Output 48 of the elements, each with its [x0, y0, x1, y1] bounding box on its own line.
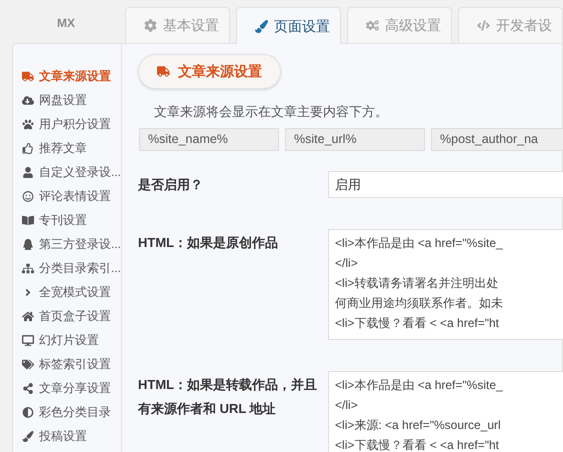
gears-icon	[366, 19, 379, 32]
sidebar-item[interactable]: 投稿设置	[22, 424, 87, 448]
cloud-download-icon	[22, 94, 34, 106]
smiley-icon	[22, 190, 34, 202]
settings-icon	[144, 19, 157, 32]
sidebar-item[interactable]: 全宽模式设置	[22, 280, 111, 304]
field-label: 是否启用？	[138, 176, 204, 194]
user-icon	[22, 166, 34, 178]
sidebar-item[interactable]: 幻灯片设置	[22, 328, 99, 352]
tags-icon	[22, 358, 34, 370]
sidebar-item[interactable]: 彩色分类目录	[22, 400, 111, 424]
variable-tag: %post_author_na	[431, 128, 563, 150]
input-field[interactable]: 启用	[328, 170, 563, 198]
sitemap-icon	[22, 262, 34, 274]
tab[interactable]: 页面设置	[236, 7, 341, 44]
sidebar-item[interactable]: 用户积分设置	[22, 112, 111, 136]
book-icon	[22, 214, 34, 226]
truck-icon	[22, 70, 34, 82]
sidebar-item[interactable]: 文章来源设置	[22, 64, 111, 88]
field-label: HTML：如果是原创作品	[138, 234, 280, 252]
sidebar-item[interactable]: 分类目录索引...	[22, 256, 122, 280]
section-description: 文章来源将会显示在文章主要内容下方。	[154, 103, 390, 121]
sidebar-item[interactable]: 评论表情设置	[22, 184, 111, 208]
penguin-icon	[22, 238, 34, 250]
sidebar-item[interactable]: 首页盒子设置	[22, 304, 111, 328]
textarea-field[interactable]: <li>本作品是由 <a href="%site_ </li> <li>来源: <a href="%source_url <li>下载慢？看看 < <a href="ht	[328, 370, 563, 452]
truck-icon	[157, 65, 170, 78]
contrast-icon	[22, 406, 34, 418]
sidebar-item[interactable]: 第三方登录设...	[22, 232, 122, 256]
sidebar-item[interactable]: 标签索引设置	[22, 352, 111, 376]
brand-logo: MX	[56, 14, 76, 32]
sidebar-item[interactable]: 推荐文章	[22, 136, 87, 160]
thumbs-up-icon	[22, 142, 34, 154]
sidebar-item[interactable]: 自定义登录设...	[22, 160, 122, 184]
sidebar-item[interactable]: 专刊设置	[22, 208, 87, 232]
sidebar-item[interactable]: 文章分享设置	[22, 376, 111, 400]
brush-icon	[255, 20, 268, 32]
variable-tag: %site_name%	[139, 128, 280, 150]
monitor-icon	[22, 334, 34, 346]
home-icon	[22, 310, 34, 322]
textarea-field[interactable]: <li>本作品是由 <a href="%site_ </li> <li>转载请务请署名并注明出处 何商业用途均须联系作者。如未 <li>下载慢？看看 < <a href="ht	[328, 228, 563, 340]
paw-icon	[22, 118, 34, 130]
variable-tag: %site_url%	[285, 128, 426, 150]
code-icon	[477, 19, 490, 32]
brush-icon	[22, 430, 34, 442]
field-label: HTML：如果是转载作品，并且有来源作者和 URL 地址	[138, 376, 318, 418]
sidebar-item[interactable]: 网盘设置	[22, 88, 87, 112]
share-icon	[22, 382, 34, 394]
